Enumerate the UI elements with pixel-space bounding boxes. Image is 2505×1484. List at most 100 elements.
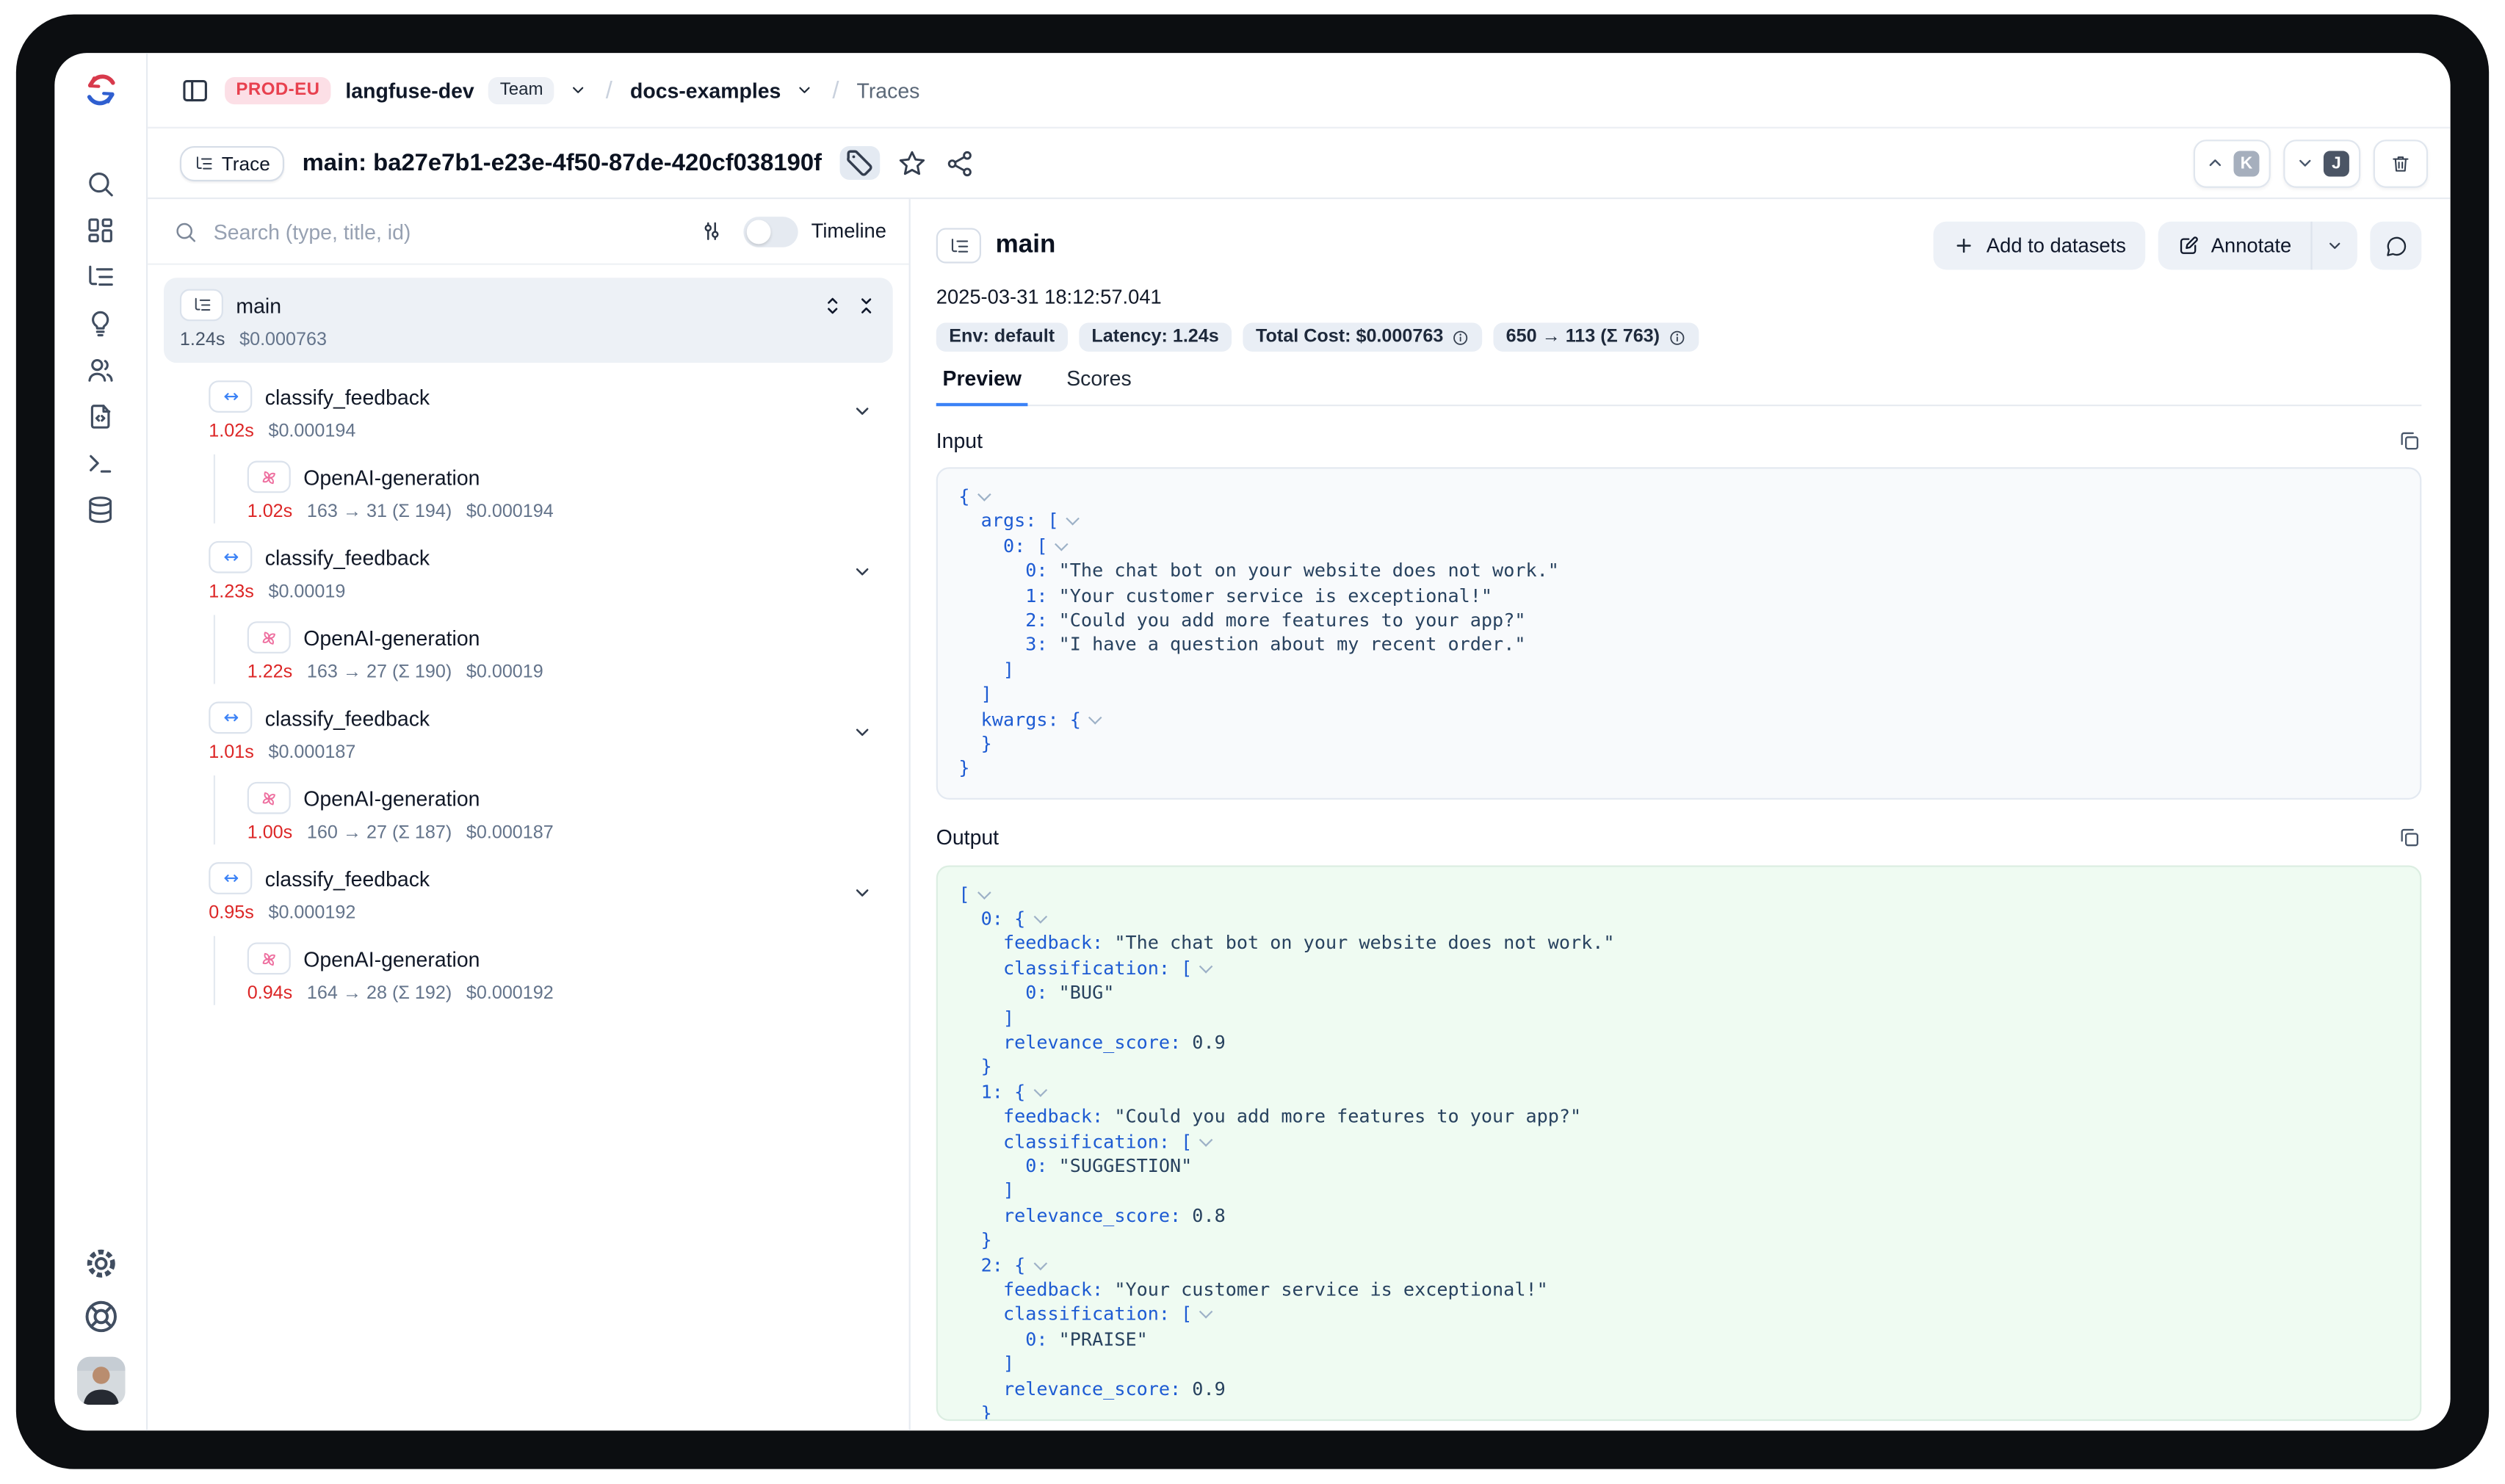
collapse-span-chevron[interactable] [851, 721, 874, 744]
collapse-node-chevron[interactable] [1200, 960, 1214, 974]
panel-left-toggle-icon[interactable] [180, 75, 211, 106]
filter-sliders-icon[interactable] [699, 218, 725, 244]
info-icon[interactable] [1668, 328, 1685, 346]
chevron-down-icon[interactable] [795, 80, 814, 99]
tree-span-row[interactable]: classify_feedback 0.95s $0.000192 OpenAI… [209, 861, 892, 1005]
sidebar-lightbulb-icon[interactable] [81, 303, 119, 341]
span-type-icon [209, 380, 252, 413]
copy-icon[interactable] [2398, 428, 2422, 452]
share-button[interactable] [944, 147, 976, 179]
tree-span-row[interactable]: classify_feedback 1.01s $0.000187 OpenAI… [209, 700, 892, 844]
collapse-node-chevron[interactable] [1088, 710, 1102, 724]
main-column: PROD-EU langfuse-dev Team / docs-example… [148, 53, 2450, 1431]
detail-actions: Add to datasets Annotate [1934, 222, 2422, 270]
tree-span-row[interactable]: classify_feedback 1.23s $0.00019 OpenAI-… [209, 540, 892, 684]
collapse-node-chevron[interactable] [1200, 1306, 1214, 1320]
sidebar-terminal-icon[interactable] [81, 443, 119, 481]
sidebar-users-icon[interactable] [81, 350, 119, 388]
annotate-button[interactable]: Annotate [2158, 222, 2311, 270]
tree-generation-row[interactable]: OpenAI-generation 1.22s 163 → 27 (Σ 190)… [247, 615, 893, 684]
annotate-dropdown-button[interactable] [2310, 222, 2357, 270]
collapse-node-chevron[interactable] [1033, 910, 1047, 924]
tree-generation-row[interactable]: OpenAI-generation 0.94s 164 → 28 (Σ 192)… [247, 936, 893, 1005]
timeline-toggle[interactable] [744, 216, 798, 247]
generation-cost: $0.00019 [466, 662, 543, 681]
comments-button[interactable] [2370, 222, 2421, 270]
generation-title: OpenAI-generation [303, 786, 480, 810]
collapse-node-chevron[interactable] [1033, 1256, 1047, 1270]
root-duration: 1.24s [180, 330, 225, 349]
settings-gear-icon[interactable] [81, 1245, 119, 1283]
next-trace-button[interactable]: J [2283, 139, 2360, 187]
comment-bubble-icon [2384, 234, 2408, 258]
expand-all-icon[interactable] [823, 294, 843, 315]
generation-cost: $0.000192 [466, 983, 554, 1002]
tree-search-input[interactable] [210, 217, 698, 245]
sidebar-dashboard-icon[interactable] [81, 210, 119, 248]
sidebar-list-tree-icon[interactable] [81, 257, 119, 295]
json-line: } [958, 732, 2399, 757]
span-type-icon [209, 541, 252, 573]
tree-root-row[interactable]: main 1.24s $0.000763 [164, 278, 893, 363]
collapse-span-chevron[interactable] [851, 881, 874, 904]
support-life-buoy-icon[interactable] [81, 1297, 119, 1336]
sidebar-nav [81, 164, 119, 528]
sidebar-database-icon[interactable] [81, 490, 119, 528]
shortcut-key-k: K [2233, 150, 2259, 175]
search-icon [173, 219, 198, 243]
info-icon[interactable] [1451, 328, 1469, 346]
collapse-node-chevron[interactable] [1200, 1132, 1214, 1146]
breadcrumb-project[interactable]: docs-examples [630, 78, 781, 102]
tree-generation-row[interactable]: OpenAI-generation 1.02s 163 → 31 (Σ 194)… [247, 455, 893, 524]
user-avatar[interactable] [76, 1357, 125, 1405]
breadcrumb-bar: PROD-EU langfuse-dev Team / docs-example… [148, 53, 2450, 129]
collapse-span-chevron[interactable] [851, 399, 874, 422]
add-to-datasets-button[interactable]: Add to datasets [1934, 222, 2145, 270]
collapse-node-chevron[interactable] [977, 488, 991, 502]
chevron-down-icon[interactable] [569, 80, 588, 99]
generation-tokens: 164 → 28 (Σ 192) [307, 983, 452, 1002]
generation-tokens: 160 → 27 (Σ 187) [307, 823, 452, 842]
breadcrumb-page[interactable]: Traces [857, 78, 920, 102]
star-bookmark-button[interactable] [896, 147, 928, 179]
metadata-badge: Latency: 1.24s [1079, 322, 1232, 351]
tab-scores[interactable]: Scores [1060, 366, 1138, 405]
collapse-node-chevron[interactable] [1066, 513, 1080, 526]
collapse-span-chevron[interactable] [851, 560, 874, 583]
collapse-node-chevron[interactable] [977, 886, 991, 900]
badge-label: Env: default [949, 327, 1055, 347]
langfuse-app: PROD-EU langfuse-dev Team / docs-example… [54, 53, 2450, 1431]
tag-button[interactable] [839, 146, 880, 180]
span-cost: $0.00019 [268, 582, 345, 601]
json-line: } [958, 1055, 2399, 1080]
trace-type-icon [936, 228, 981, 263]
sidebar-search-icon[interactable] [81, 164, 119, 202]
metadata-badge: Total Cost: $0.000763 [1243, 322, 1482, 351]
generation-cost: $0.000194 [466, 502, 554, 521]
json-line: relevance_score: 0.9 [958, 1031, 2399, 1056]
output-json-card: [ 0: { feedback: "The chat bot on your w… [936, 865, 2422, 1421]
input-section-label: Input [936, 428, 983, 452]
tree-span-row[interactable]: classify_feedback 1.02s $0.000194 OpenAI… [209, 379, 892, 524]
tab-preview[interactable]: Preview [936, 366, 1028, 405]
sidebar-file-code-icon[interactable] [81, 397, 119, 435]
annotate-split-button: Annotate [2158, 222, 2357, 270]
collapse-all-icon[interactable] [856, 294, 876, 315]
collapse-node-chevron[interactable] [1055, 537, 1069, 551]
generation-type-icon [247, 461, 291, 493]
generation-title: OpenAI-generation [303, 946, 480, 971]
json-line: feedback: "Could you add more features t… [958, 1105, 2399, 1130]
add-to-datasets-label: Add to datasets [1987, 234, 2126, 257]
detail-scroll-area[interactable]: Input { args: [ 0: [ 0: "The chat bot on… [911, 406, 2451, 1431]
json-line: feedback: "Your customer service is exce… [958, 1278, 2399, 1303]
previous-trace-button[interactable]: K [2194, 139, 2271, 187]
delete-trace-button[interactable] [2374, 139, 2428, 187]
collapse-node-chevron[interactable] [1033, 1083, 1047, 1097]
copy-icon[interactable] [2398, 825, 2422, 850]
tree-generation-row[interactable]: OpenAI-generation 1.00s 160 → 27 (Σ 187)… [247, 775, 893, 844]
trace-type-label: Trace [222, 152, 270, 175]
chevron-down-icon [2325, 236, 2344, 255]
breadcrumb-org[interactable]: langfuse-dev [345, 78, 474, 102]
chevron-down-icon [2295, 153, 2316, 173]
badge-label: Total Cost: $0.000763 [1256, 327, 1443, 347]
